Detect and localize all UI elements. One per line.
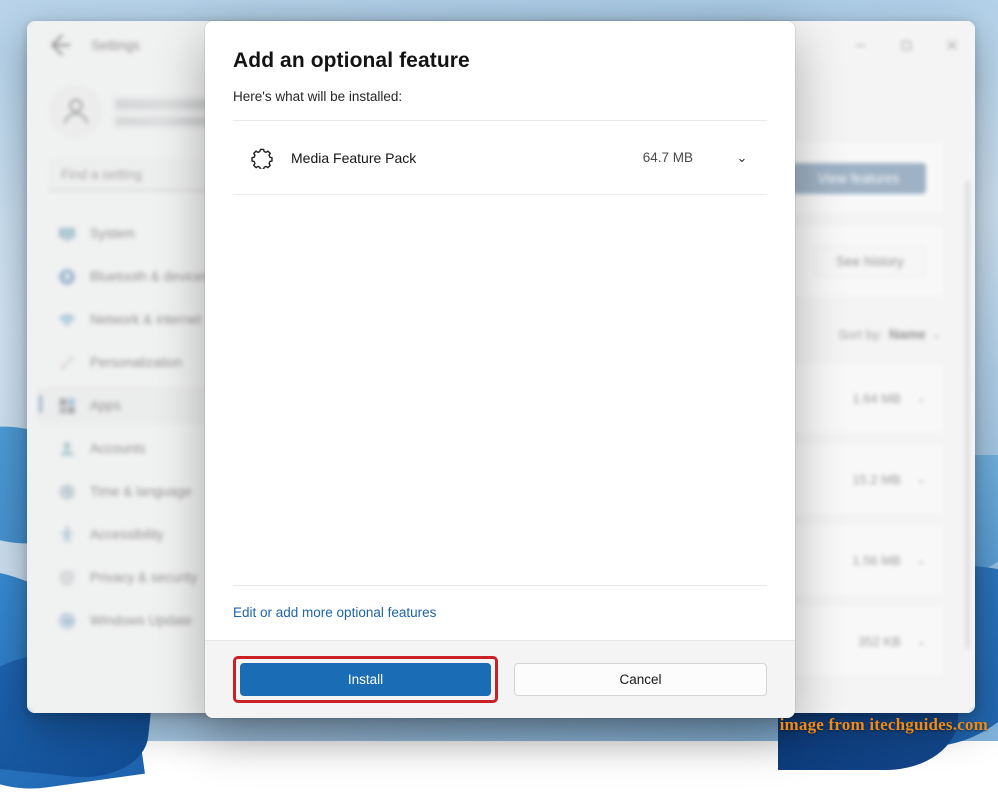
feature-name: Media Feature Pack [291, 150, 625, 166]
edit-link-wrapper: Edit or add more optional features [233, 585, 767, 640]
cancel-button[interactable]: Cancel [514, 663, 767, 696]
chevron-down-icon[interactable]: ⌄ [729, 145, 755, 171]
dialog-body: Add an optional feature Here's what will… [205, 21, 795, 640]
list-item[interactable]: Media Feature Pack 64.7 MB ⌄ [233, 121, 767, 195]
list-spacer [233, 195, 767, 585]
install-button[interactable]: Install [240, 663, 491, 696]
feature-size: 64.7 MB [643, 150, 693, 165]
dialog-title: Add an optional feature [233, 49, 767, 73]
gear-outline-icon [251, 147, 273, 169]
edit-optional-features-link[interactable]: Edit or add more optional features [233, 605, 436, 620]
add-optional-feature-dialog: Add an optional feature Here's what will… [205, 21, 795, 718]
feature-list: Media Feature Pack 64.7 MB ⌄ [233, 120, 767, 585]
dialog-footer: Install Cancel [205, 640, 795, 718]
install-button-highlight: Install [233, 656, 498, 703]
dialog-subtitle: Here's what will be installed: [233, 89, 767, 104]
watermark-text: image from itechguides.com [780, 715, 988, 735]
